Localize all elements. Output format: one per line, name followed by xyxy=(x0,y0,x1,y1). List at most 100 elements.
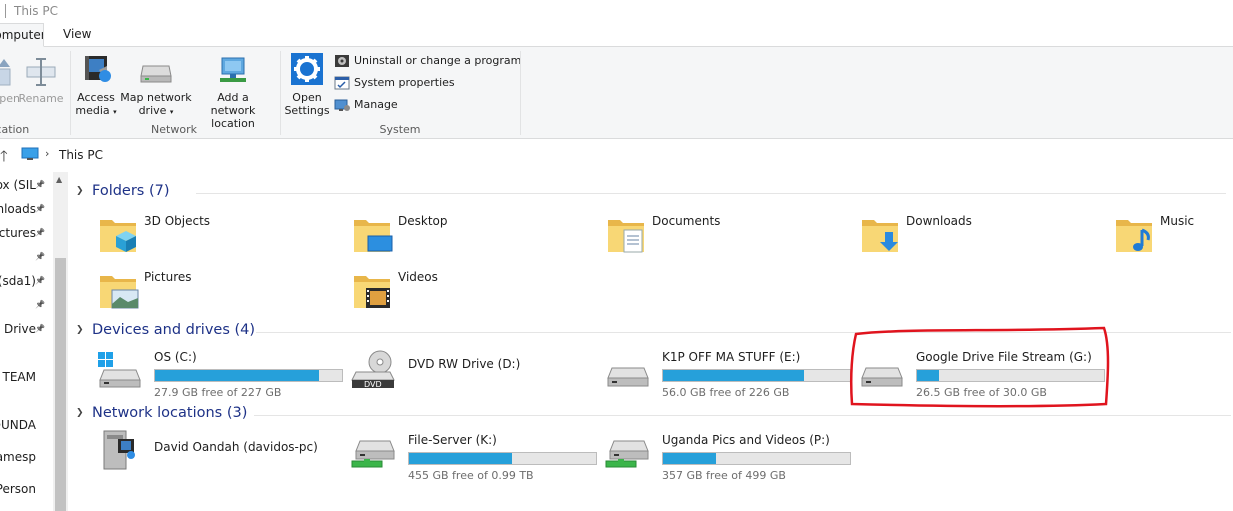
nav-item[interactable]: Share(sda1)📌 xyxy=(0,271,45,291)
nav-item[interactable]: Downloads📌 xyxy=(0,199,45,219)
folder-tile[interactable]: Pictures xyxy=(96,266,336,316)
drive-tile[interactable]: OS (C:) 27.9 GB free of 227 GB xyxy=(96,348,346,399)
music-folder-icon xyxy=(1112,210,1156,259)
uninstall-program-button[interactable]: Uninstall or change a program xyxy=(334,52,521,70)
folder-name: Desktop xyxy=(398,214,448,228)
hard-drive-icon xyxy=(604,350,652,393)
manage-button[interactable]: Manage xyxy=(334,96,398,114)
map-network-drive-button[interactable]: Map network drive ▾ xyxy=(119,52,193,119)
network-location-tile[interactable]: Uganda Pics and Videos (P:) 357 GB free o… xyxy=(604,431,854,482)
nav-item[interactable]: OneDrive - Person xyxy=(0,479,36,499)
capacity-bar xyxy=(154,369,343,382)
videos-folder-icon xyxy=(350,266,394,315)
system-properties-icon xyxy=(334,76,350,90)
network-group-label: Network xyxy=(151,123,197,136)
nav-item[interactable]: 📌 xyxy=(0,295,45,315)
folders-section-title: Folders (7) xyxy=(92,183,170,199)
folder-name: Downloads xyxy=(906,214,972,228)
free-space-text: 56.0 GB free of 226 GB xyxy=(662,386,790,399)
breadcrumb-this-pc[interactable]: This PC xyxy=(59,148,103,162)
free-space-text: 357 GB free of 499 GB xyxy=(662,469,786,482)
network-drive-icon xyxy=(140,65,172,83)
folder-tile[interactable]: Music xyxy=(1112,210,1233,260)
drive-name: File-Server (K:) xyxy=(408,433,497,447)
manage-icon xyxy=(334,99,350,111)
network-location-tile[interactable]: David Oandah (davidos-pc) xyxy=(96,429,346,481)
nav-item-label: TRAIN TEAM xyxy=(0,370,36,384)
scroll-up-arrow-icon[interactable]: ▲ xyxy=(56,175,62,184)
capacity-bar-fill xyxy=(663,453,717,464)
nav-item[interactable]: 📌 xyxy=(0,247,45,267)
folder-tile[interactable]: Documents xyxy=(604,210,844,260)
nav-item[interactable] xyxy=(0,343,36,363)
open-button[interactable]: Open xyxy=(0,55,20,105)
nav-item[interactable]: SIL FOUNDA xyxy=(0,415,36,435)
scroll-thumb[interactable] xyxy=(55,258,66,511)
collapse-chevron-icon[interactable]: ❯ xyxy=(76,325,86,335)
collapse-chevron-icon[interactable]: ❯ xyxy=(76,408,86,418)
folder-tile[interactable]: Desktop xyxy=(350,210,590,260)
nav-item[interactable]: Box-Namesp xyxy=(0,447,36,467)
dvd-drive-icon: DVD xyxy=(350,350,398,393)
nav-item[interactable]: Google Drive📌 xyxy=(0,319,45,339)
tab-computer[interactable]: Computer xyxy=(0,23,44,47)
nav-item[interactable]: Pictures📌 xyxy=(0,223,45,243)
drive-tile[interactable]: K1P OFF MA STUFF (E:) 56.0 GB free of 226… xyxy=(604,348,854,399)
uninstall-icon xyxy=(335,55,349,67)
folder-tile[interactable]: 3D Objects xyxy=(96,210,336,260)
pin-icon: 📌 xyxy=(35,228,45,237)
drive-name: OS (C:) xyxy=(154,350,197,364)
breadcrumb-chevron-icon[interactable]: › xyxy=(45,147,49,160)
map-network-drive-label-1: Map network xyxy=(120,91,192,104)
open-settings-label-1: Open xyxy=(292,91,322,104)
network-location-tile[interactable]: File-Server (K:) 455 GB free of 0.99 TB xyxy=(350,431,600,482)
collapse-chevron-icon[interactable]: ❯ xyxy=(76,186,86,196)
folder-name: Music xyxy=(1160,214,1195,228)
devices-section-header[interactable]: ❯ Devices and drives (4) xyxy=(76,322,1231,342)
rename-button[interactable]: Rename xyxy=(18,55,64,105)
capacity-bar xyxy=(662,452,851,465)
free-space-text: 455 GB free of 0.99 TB xyxy=(408,469,534,482)
devices-section-title: Devices and drives (4) xyxy=(92,322,256,338)
windows-drive-icon xyxy=(96,350,144,393)
window-title: This PC xyxy=(14,4,58,18)
pin-icon: 📌 xyxy=(35,300,45,309)
folder-tile[interactable]: Videos xyxy=(350,266,590,316)
media-server-icon xyxy=(96,429,144,478)
nav-item-label: Google Drive xyxy=(0,322,36,336)
pin-icon: 📌 xyxy=(35,324,45,333)
nav-scrollbar[interactable]: ▲ xyxy=(53,172,68,511)
capacity-bar-fill xyxy=(409,453,513,464)
network-section-header[interactable]: ❯ Network locations (3) xyxy=(76,405,1231,425)
up-arrow-icon[interactable]: 🡑 xyxy=(0,146,8,171)
rename-label: Rename xyxy=(18,92,64,105)
desktop-folder-icon xyxy=(350,210,394,259)
capacity-bar xyxy=(662,369,851,382)
dropdown-arrow-icon: ▾ xyxy=(169,108,174,116)
folder-tile[interactable]: Downloads xyxy=(858,210,1098,260)
add-network-location-button[interactable]: Add a network location xyxy=(194,52,272,130)
nav-item-label: SIL FOUNDA xyxy=(0,418,36,432)
drive-name: Uganda Pics and Videos (P:) xyxy=(662,433,830,447)
folders-section-header[interactable]: ❯ Folders (7) xyxy=(76,183,1226,203)
pictures-folder-icon xyxy=(96,266,140,315)
annotation-highlight xyxy=(849,326,1110,408)
nav-item[interactable]: Dropbox (SIL📌 xyxy=(0,175,45,195)
dropdown-arrow-icon: ▾ xyxy=(113,108,117,116)
media-icon xyxy=(85,56,111,82)
drive-name: K1P OFF MA STUFF (E:) xyxy=(662,350,801,364)
title-separator xyxy=(5,4,6,18)
drive-name: David Oandah (davidos-pc) xyxy=(154,440,318,454)
rename-icon xyxy=(26,58,56,86)
nav-item[interactable] xyxy=(0,391,36,411)
access-media-button[interactable]: Access media ▾ xyxy=(74,52,118,119)
open-settings-button[interactable]: Open Settings xyxy=(284,52,330,117)
system-properties-button[interactable]: System properties xyxy=(334,74,455,92)
drive-tile[interactable]: DVD DVD RW Drive (D:) xyxy=(350,348,600,398)
manage-label: Manage xyxy=(354,98,398,111)
nav-item[interactable]: TRAIN TEAM xyxy=(0,367,36,387)
network-drive-icon xyxy=(350,433,398,476)
open-settings-label-2: Settings xyxy=(284,104,330,117)
tab-view[interactable]: View xyxy=(63,23,91,47)
drive-name: DVD RW Drive (D:) xyxy=(408,357,521,371)
